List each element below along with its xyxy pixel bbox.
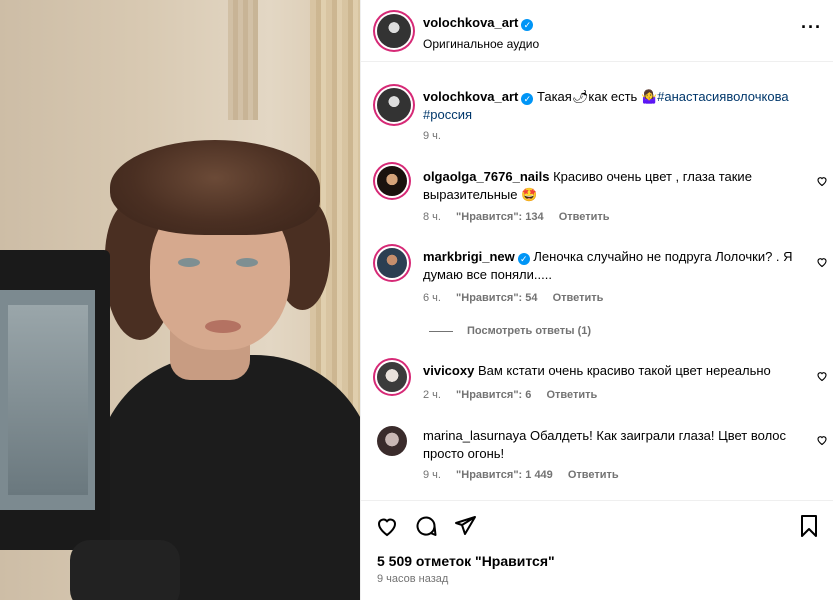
lips	[205, 320, 241, 333]
heart-icon[interactable]	[816, 370, 828, 382]
action-bar: 5 509 отметок "Нравится" 9 часов назад	[361, 500, 833, 600]
post-panel: volochkova_art ✓ Оригинальное аудио ··· v…	[360, 0, 833, 600]
camera-handle	[70, 540, 180, 600]
pepper-emoji: 🌶	[571, 89, 589, 104]
hashtag-link[interactable]: #россия	[423, 107, 472, 122]
caption-text-2: как есть	[588, 89, 638, 104]
share-icon[interactable]	[453, 514, 477, 538]
heart-icon[interactable]	[375, 514, 399, 538]
author-block: volochkova_art ✓ Оригинальное аудио	[423, 14, 539, 51]
comment: marina_lasurnaya Обалдеть! Как заиграли …	[423, 427, 808, 463]
comment: olgaolga_7676_nails Красиво очень цвет ,…	[423, 168, 808, 204]
likes-count[interactable]: 5 509 отметок "Нравится"	[377, 553, 555, 569]
comment-time: 8 ч.	[423, 211, 441, 223]
view-replies-label: Посмотреть ответы (1)	[467, 325, 592, 337]
instagram-post-view: volochkova_art ✓ Оригинальное аудио ··· v…	[0, 0, 833, 600]
caption-author-name[interactable]: volochkova_art	[423, 89, 518, 104]
comment-text: Вам кстати очень красиво такой цвет нере…	[477, 363, 771, 378]
heart-icon[interactable]	[816, 256, 828, 268]
commenter-avatar[interactable]	[377, 362, 407, 392]
caption-text: Такая	[537, 89, 572, 104]
author-avatar[interactable]	[377, 14, 411, 48]
reply-button[interactable]: Ответить	[568, 469, 619, 481]
comment-meta: 2 ч. "Нравится": 6 Ответить	[423, 389, 609, 401]
camera-screen-image	[8, 305, 88, 495]
comment-time: 6 ч.	[423, 292, 441, 304]
curtain-top	[228, 0, 258, 120]
caption: volochkova_art ✓ Такая🌶как есть 🤷‍♀️#анас…	[423, 88, 818, 124]
hashtag-link[interactable]: #анастасияволочкова	[657, 89, 788, 104]
post-header: volochkova_art ✓ Оригинальное аудио ···	[361, 0, 833, 62]
comment-likes[interactable]: "Нравится": 6	[456, 389, 531, 401]
comment-meta: 6 ч. "Нравится": 54 Ответить	[423, 292, 615, 304]
view-replies-button[interactable]: Посмотреть ответы (1)	[429, 325, 591, 337]
reply-button[interactable]: Ответить	[553, 292, 604, 304]
verified-icon: ✓	[517, 253, 530, 265]
caption-time-text: 9 ч.	[423, 130, 441, 142]
commenter-name[interactable]: markbrigi_new	[423, 249, 515, 264]
author-name[interactable]: volochkova_art	[423, 15, 518, 30]
verified-icon: ✓	[521, 93, 534, 105]
commenter-avatar[interactable]	[377, 166, 407, 196]
post-video[interactable]	[0, 0, 360, 600]
comment-time: 9 ч.	[423, 469, 441, 481]
commenter-name[interactable]: marina_lasurnaya	[423, 428, 526, 443]
comment: vivicoxy Вам кстати очень красиво такой …	[423, 362, 808, 380]
commenter-name[interactable]: vivicoxy	[423, 363, 474, 378]
shrug-emoji: 🤷‍♀️	[640, 89, 658, 104]
more-icon[interactable]: ···	[801, 18, 822, 36]
heart-icon[interactable]	[816, 175, 828, 187]
replies-line	[429, 330, 453, 332]
comment-icon[interactable]	[414, 514, 438, 538]
verified-icon: ✓	[521, 19, 534, 31]
commenter-avatar[interactable]	[377, 248, 407, 278]
reply-button[interactable]: Ответить	[559, 211, 610, 223]
comment-meta: 9 ч. "Нравится": 1 449 Ответить	[423, 469, 631, 481]
posted-ago: 9 часов назад	[377, 573, 449, 585]
reply-button[interactable]: Ответить	[546, 389, 597, 401]
eye-left	[178, 258, 200, 267]
comment-likes[interactable]: "Нравится": 1 449	[456, 469, 553, 481]
hair-top	[110, 140, 320, 235]
comment-time: 2 ч.	[423, 389, 441, 401]
comment-likes[interactable]: "Нравится": 54	[456, 292, 537, 304]
audio-label[interactable]: Оригинальное аудио	[423, 37, 539, 51]
comment: markbrigi_new ✓ Леночка случайно не подру…	[423, 248, 808, 284]
comment-meta: 8 ч. "Нравится": 134 Ответить	[423, 211, 622, 223]
heart-icon[interactable]	[816, 434, 828, 446]
comment-likes[interactable]: "Нравится": 134	[456, 211, 544, 223]
caption-time: 9 ч.	[423, 130, 453, 142]
commenter-name[interactable]: olgaolga_7676_nails	[423, 169, 549, 184]
eye-right	[236, 258, 258, 267]
commenter-avatar[interactable]	[377, 426, 407, 456]
bookmark-icon[interactable]	[797, 514, 821, 538]
caption-author-avatar[interactable]	[377, 88, 411, 122]
